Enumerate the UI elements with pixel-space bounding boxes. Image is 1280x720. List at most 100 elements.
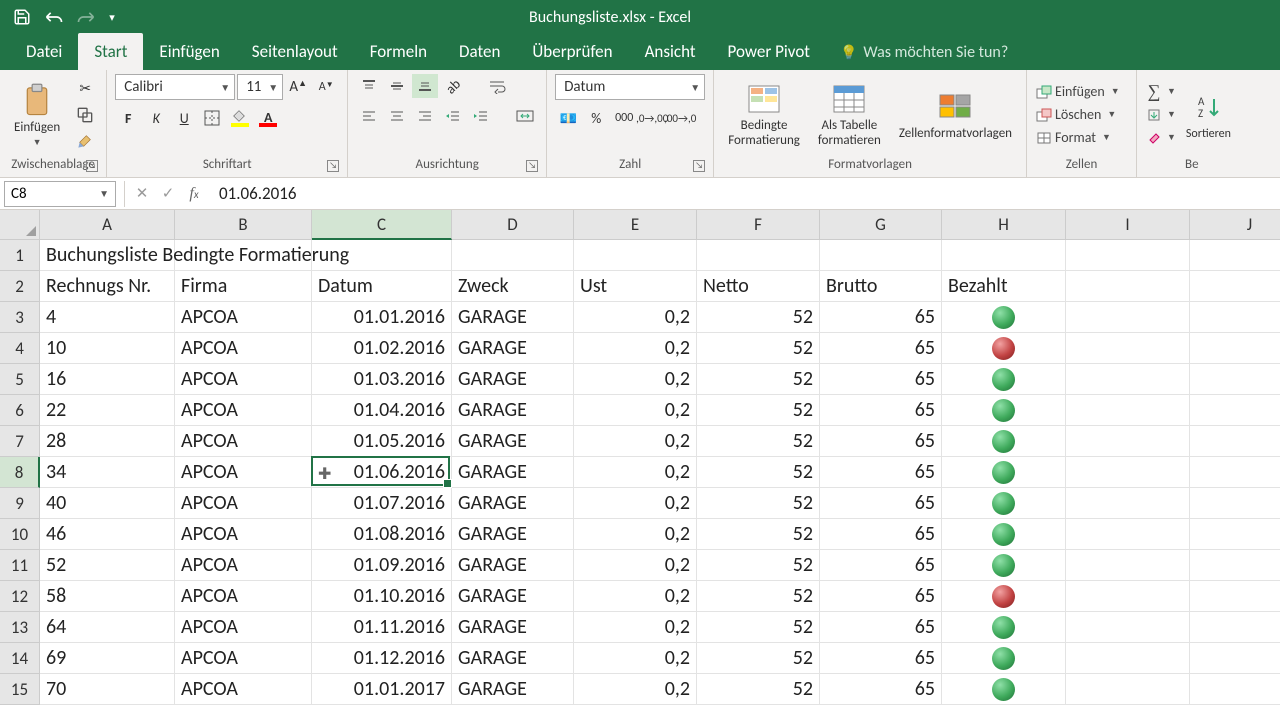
cell-E7[interactable]: 0,2 [574, 426, 697, 457]
row-header-7[interactable]: 7 [0, 426, 40, 457]
cell-C8[interactable]: 01.06.2016 [312, 457, 452, 488]
column-header-I[interactable]: I [1066, 210, 1190, 240]
cell-B3[interactable]: APCOA [175, 302, 312, 333]
cell-J14[interactable] [1190, 643, 1280, 674]
row-header-12[interactable]: 12 [0, 581, 40, 612]
cell-B8[interactable]: APCOA [175, 457, 312, 488]
row-header-9[interactable]: 9 [0, 488, 40, 519]
row-header-15[interactable]: 15 [0, 674, 40, 705]
cell-D15[interactable]: GARAGE [452, 674, 574, 705]
cell-G14[interactable]: 65 [820, 643, 942, 674]
cell-C12[interactable]: 01.10.2016 [312, 581, 452, 612]
cell-E8[interactable]: 0,2 [574, 457, 697, 488]
cell-B12[interactable]: APCOA [175, 581, 312, 612]
cell-F2[interactable]: Netto [697, 271, 820, 302]
cell-E9[interactable]: 0,2 [574, 488, 697, 519]
cell-E10[interactable]: 0,2 [574, 519, 697, 550]
cell-A3[interactable]: 4 [40, 302, 175, 333]
conditional-formatting-button[interactable]: Bedingte Formatierung [722, 79, 806, 150]
cell-F7[interactable]: 52 [697, 426, 820, 457]
accounting-format-button[interactable]: 💶 [555, 106, 581, 130]
cell-F5[interactable]: 52 [697, 364, 820, 395]
qat-customize-button[interactable]: ▾ [104, 3, 120, 31]
cell-C7[interactable]: 01.05.2016 [312, 426, 452, 457]
column-header-J[interactable]: J [1190, 210, 1280, 240]
cell-E12[interactable]: 0,2 [574, 581, 697, 612]
cell-I13[interactable] [1066, 612, 1190, 643]
cell-J7[interactable] [1190, 426, 1280, 457]
tab-formulas[interactable]: Formeln [354, 33, 443, 70]
cell-A13[interactable]: 64 [40, 612, 175, 643]
cell-I8[interactable] [1066, 457, 1190, 488]
cell-H10[interactable] [942, 519, 1066, 550]
cell-C3[interactable]: 01.01.2016 [312, 302, 452, 333]
cell-B9[interactable]: APCOA [175, 488, 312, 519]
row-header-10[interactable]: 10 [0, 519, 40, 550]
percent-format-button[interactable]: % [583, 106, 609, 130]
cell-G5[interactable]: 65 [820, 364, 942, 395]
column-header-C[interactable]: C [312, 210, 452, 240]
cell-E6[interactable]: 0,2 [574, 395, 697, 426]
cell-I4[interactable] [1066, 333, 1190, 364]
cell-A5[interactable]: 16 [40, 364, 175, 395]
cell-F12[interactable]: 52 [697, 581, 820, 612]
align-bottom-button[interactable] [412, 74, 438, 98]
cell-D4[interactable]: GARAGE [452, 333, 574, 364]
cell-E3[interactable]: 0,2 [574, 302, 697, 333]
column-header-A[interactable]: A [40, 210, 175, 240]
tab-insert[interactable]: Einfügen [143, 33, 235, 70]
cell-J1[interactable] [1190, 240, 1280, 271]
cell-G8[interactable]: 65 [820, 457, 942, 488]
cell-J5[interactable] [1190, 364, 1280, 395]
decrease-indent-button[interactable] [440, 104, 466, 128]
tell-me-search[interactable]: 💡Was möchten Sie tun? [826, 35, 1022, 70]
cell-A12[interactable]: 58 [40, 581, 175, 612]
delete-cells-button[interactable]: Löschen▼ [1035, 105, 1120, 125]
cell-C14[interactable]: 01.12.2016 [312, 643, 452, 674]
cell-E1[interactable] [574, 240, 697, 271]
cell-B11[interactable]: APCOA [175, 550, 312, 581]
cell-E14[interactable]: 0,2 [574, 643, 697, 674]
cell-styles-button[interactable]: Zellenformatvorlagen [893, 86, 1018, 143]
cell-G6[interactable]: 65 [820, 395, 942, 426]
save-button[interactable] [8, 3, 36, 31]
cell-C11[interactable]: 01.09.2016 [312, 550, 452, 581]
cell-F8[interactable]: 52 [697, 457, 820, 488]
cell-H8[interactable] [942, 457, 1066, 488]
cell-H11[interactable] [942, 550, 1066, 581]
insert-cells-button[interactable]: Einfügen▼ [1035, 82, 1120, 102]
cell-I6[interactable] [1066, 395, 1190, 426]
undo-button[interactable] [40, 3, 68, 31]
cell-G13[interactable]: 65 [820, 612, 942, 643]
cell-A11[interactable]: 52 [40, 550, 175, 581]
cell-B4[interactable]: APCOA [175, 333, 312, 364]
tab-powerpivot[interactable]: Power Pivot [712, 33, 826, 70]
cell-H9[interactable] [942, 488, 1066, 519]
cell-B13[interactable]: APCOA [175, 612, 312, 643]
cell-A6[interactable]: 22 [40, 395, 175, 426]
cell-D1[interactable] [452, 240, 574, 271]
cell-A9[interactable]: 40 [40, 488, 175, 519]
row-header-3[interactable]: 3 [0, 302, 40, 333]
cell-F14[interactable]: 52 [697, 643, 820, 674]
row-header-5[interactable]: 5 [0, 364, 40, 395]
cell-A10[interactable]: 46 [40, 519, 175, 550]
cell-I2[interactable] [1066, 271, 1190, 302]
cell-A1[interactable]: Buchungsliste Bedingte Formatierung [40, 240, 175, 271]
cell-C6[interactable]: 01.04.2016 [312, 395, 452, 426]
row-header-8[interactable]: 8 [0, 457, 40, 488]
cell-D5[interactable]: GARAGE [452, 364, 574, 395]
cell-J10[interactable] [1190, 519, 1280, 550]
cell-D8[interactable]: GARAGE [452, 457, 574, 488]
cell-C2[interactable]: Datum [312, 271, 452, 302]
cell-D11[interactable]: GARAGE [452, 550, 574, 581]
cell-H7[interactable] [942, 426, 1066, 457]
font-name-combo[interactable]: Calibri▼ [115, 74, 235, 100]
cell-B6[interactable]: APCOA [175, 395, 312, 426]
row-header-2[interactable]: 2 [0, 271, 40, 302]
cell-J15[interactable] [1190, 674, 1280, 705]
cell-H15[interactable] [942, 674, 1066, 705]
clear-button[interactable]: ▼ [1145, 128, 1176, 148]
cell-D7[interactable]: GARAGE [452, 426, 574, 457]
cell-J3[interactable] [1190, 302, 1280, 333]
